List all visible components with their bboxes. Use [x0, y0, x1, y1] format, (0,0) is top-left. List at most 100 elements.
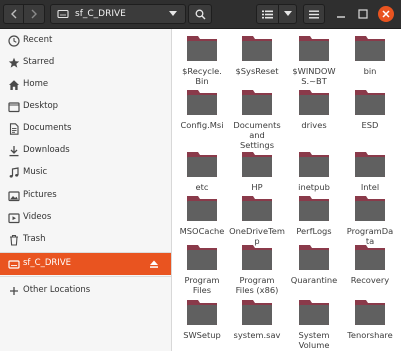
- pictures-icon: [8, 191, 20, 202]
- search-button[interactable]: [188, 4, 212, 24]
- sidebar-item-pictures[interactable]: Pictures: [0, 185, 171, 207]
- file-name-line: drives: [301, 120, 327, 130]
- places-sidebar: Recent Starred Home Desktop Documents Do…: [0, 29, 172, 351]
- eject-icon[interactable]: [149, 259, 159, 269]
- sidebar-item-label: Music: [23, 167, 48, 177]
- file-name-line: etc: [195, 182, 209, 192]
- folder-item[interactable]: $SysReset: [226, 33, 288, 76]
- folder-icon: [299, 196, 329, 221]
- sidebar-item-documents[interactable]: Documents: [0, 118, 171, 140]
- folder-item[interactable]: SWSetup: [171, 297, 233, 340]
- hamburger-menu-icon: [309, 10, 319, 18]
- search-icon: [195, 9, 205, 19]
- folder-item[interactable]: drives: [283, 87, 345, 130]
- sidebar-item-videos[interactable]: Videos: [0, 207, 171, 229]
- folder-item[interactable]: Config.Msi: [171, 87, 233, 130]
- minimize-button[interactable]: [335, 8, 347, 20]
- minimize-icon: [337, 16, 345, 18]
- file-name-line: Documents: [233, 120, 281, 130]
- folder-item[interactable]: $WINDOW S.~BT: [283, 33, 345, 86]
- folder-item[interactable]: Program Files: [171, 242, 233, 295]
- location-path-button[interactable]: sf_C_DRIVE: [50, 4, 186, 24]
- drive-icon: [57, 9, 69, 19]
- documents-folder-icon: [9, 123, 19, 135]
- file-name-line: S.~BT: [301, 76, 327, 86]
- sidebar-item-label: Trash: [23, 234, 46, 244]
- folder-item[interactable]: system.sav: [226, 297, 288, 340]
- folder-icon: [242, 300, 272, 325]
- file-name-line: $SysReset: [235, 66, 279, 76]
- file-name-line: ESD: [361, 120, 379, 130]
- folder-item[interactable]: Recovery: [339, 242, 401, 285]
- sidebar-item-music[interactable]: Music: [0, 162, 171, 184]
- trash-icon: [10, 234, 18, 246]
- file-name-line: inetpub: [298, 182, 330, 192]
- file-name-line: and: [249, 130, 265, 140]
- view-options-button[interactable]: [279, 4, 297, 24]
- maximize-button[interactable]: [357, 8, 369, 20]
- file-name-line: Files (x86): [235, 285, 279, 295]
- folder-item[interactable]: $Recycle. Bin: [171, 33, 233, 86]
- maximize-icon: [358, 9, 368, 19]
- folder-item[interactable]: ProgramDa ta: [339, 193, 401, 246]
- folder-item[interactable]: System Volume: [283, 297, 345, 350]
- sidebar-divider: [0, 276, 171, 277]
- sidebar-item-downloads[interactable]: Downloads: [0, 140, 171, 162]
- folder-item[interactable]: bin: [339, 33, 401, 76]
- close-button[interactable]: [378, 6, 394, 22]
- forward-button[interactable]: [24, 4, 45, 24]
- folder-icon: [355, 245, 385, 270]
- sidebar-item-trash[interactable]: Trash: [0, 229, 171, 251]
- location-label: sf_C_DRIVE: [75, 9, 126, 19]
- plus-icon: [10, 287, 18, 295]
- folder-item[interactable]: PerfLogs: [283, 193, 345, 236]
- sidebar-item-label: Recent: [23, 35, 53, 45]
- sidebar-item-label: Pictures: [23, 190, 57, 200]
- file-name-line: Program: [184, 275, 220, 285]
- sidebar-item-label: Documents: [23, 123, 72, 133]
- folder-icon: [355, 36, 385, 61]
- sidebar-item-desktop[interactable]: Desktop: [0, 96, 171, 118]
- file-name-line: Intel: [360, 182, 380, 192]
- sidebar-item-label: Home: [23, 79, 49, 89]
- list-view-button[interactable]: [256, 4, 279, 24]
- folder-item[interactable]: Tenorshare: [339, 297, 401, 340]
- file-name-line: Volume: [298, 340, 330, 350]
- file-name-line: Recovery: [350, 275, 390, 285]
- sidebar-item-starred[interactable]: Starred: [0, 52, 171, 74]
- folder-icon: [355, 300, 385, 325]
- sidebar-item-recent[interactable]: Recent: [0, 30, 171, 52]
- folder-item[interactable]: Quarantine: [283, 242, 345, 285]
- folder-item[interactable]: OneDriveTem p: [226, 193, 288, 246]
- menu-button[interactable]: [303, 4, 325, 24]
- file-name-line: Config.Msi: [180, 120, 224, 130]
- header-bar: sf_C_DRIVE: [0, 0, 401, 29]
- folder-item[interactable]: HP: [226, 149, 288, 192]
- folder-item[interactable]: etc: [171, 149, 233, 192]
- sidebar-item-sf-c-drive[interactable]: sf_C_DRIVE: [0, 253, 171, 275]
- sidebar-item-other-locations[interactable]: Other Locations: [0, 280, 171, 302]
- back-button[interactable]: [3, 4, 24, 24]
- folder-icon: [355, 196, 385, 221]
- videos-icon: [8, 213, 20, 224]
- file-name-line: bin: [363, 66, 377, 76]
- folder-item[interactable]: inetpub: [283, 149, 345, 192]
- folder-icon: [242, 196, 272, 221]
- sidebar-item-label: Videos: [23, 212, 52, 222]
- file-name-line: Bin: [195, 76, 209, 86]
- folder-item[interactable]: MSOCache: [171, 193, 233, 236]
- folder-item[interactable]: ESD: [339, 87, 401, 130]
- folder-item[interactable]: Program Files (x86): [226, 242, 288, 295]
- chevron-down-icon[interactable]: [169, 11, 177, 17]
- folder-icon: [355, 152, 385, 177]
- folder-item[interactable]: Intel: [339, 149, 401, 192]
- file-name-line: Program: [239, 275, 275, 285]
- folder-icon: [187, 196, 217, 221]
- folder-item[interactable]: Documents and Settings: [226, 87, 288, 150]
- sidebar-item-label: Desktop: [23, 101, 59, 111]
- download-icon: [9, 146, 19, 157]
- sidebar-item-home[interactable]: Home: [0, 74, 171, 96]
- folder-icon: [299, 245, 329, 270]
- sidebar-item-label: Downloads: [23, 145, 70, 155]
- file-name-line: System: [298, 330, 330, 340]
